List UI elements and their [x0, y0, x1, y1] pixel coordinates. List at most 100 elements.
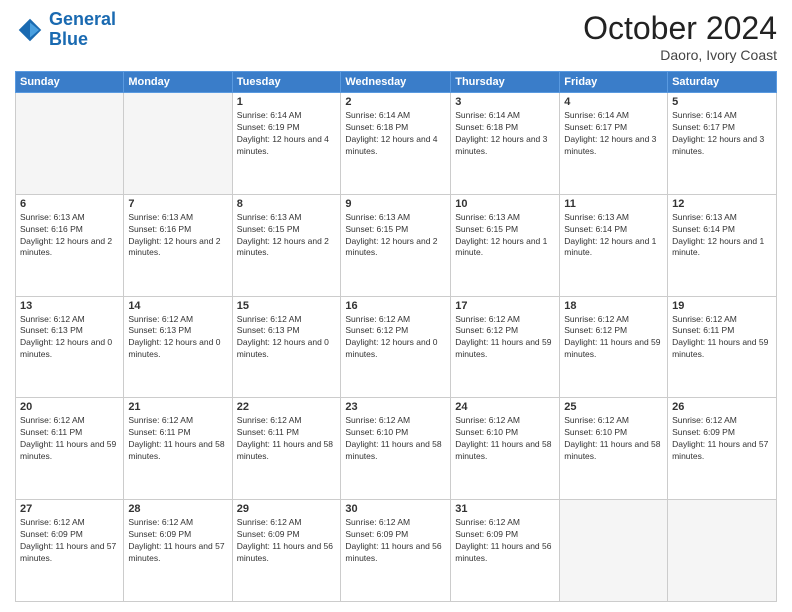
day-info: Sunrise: 6:13 AM Sunset: 6:14 PM Dayligh…: [672, 212, 772, 260]
day-info: Sunrise: 6:12 AM Sunset: 6:10 PM Dayligh…: [345, 415, 446, 463]
day-header-friday: Friday: [560, 72, 668, 93]
calendar-cell: 12 Sunrise: 6:13 AM Sunset: 6:14 PM Dayli…: [668, 194, 777, 296]
day-number: 26: [672, 401, 772, 413]
day-number: 12: [672, 198, 772, 210]
day-info: Sunrise: 6:12 AM Sunset: 6:12 PM Dayligh…: [564, 314, 663, 362]
day-number: 9: [345, 198, 446, 210]
day-info: Sunrise: 6:12 AM Sunset: 6:13 PM Dayligh…: [237, 314, 337, 362]
day-info: Sunrise: 6:12 AM Sunset: 6:12 PM Dayligh…: [345, 314, 446, 362]
day-number: 21: [128, 401, 227, 413]
day-info: Sunrise: 6:12 AM Sunset: 6:13 PM Dayligh…: [20, 314, 119, 362]
calendar-cell: 20 Sunrise: 6:12 AM Sunset: 6:11 PM Dayli…: [16, 398, 124, 500]
calendar-cell: 29 Sunrise: 6:12 AM Sunset: 6:09 PM Dayli…: [232, 500, 341, 602]
day-info: Sunrise: 6:12 AM Sunset: 6:09 PM Dayligh…: [237, 517, 337, 565]
calendar-cell: 4 Sunrise: 6:14 AM Sunset: 6:17 PM Daylig…: [560, 93, 668, 195]
day-info: Sunrise: 6:13 AM Sunset: 6:15 PM Dayligh…: [455, 212, 555, 260]
day-number: 27: [20, 503, 119, 515]
day-header-wednesday: Wednesday: [341, 72, 451, 93]
day-info: Sunrise: 6:13 AM Sunset: 6:15 PM Dayligh…: [237, 212, 337, 260]
day-number: 22: [237, 401, 337, 413]
calendar-cell: 22 Sunrise: 6:12 AM Sunset: 6:11 PM Dayli…: [232, 398, 341, 500]
logo: General Blue: [15, 10, 116, 50]
calendar-week-3: 13 Sunrise: 6:12 AM Sunset: 6:13 PM Dayli…: [16, 296, 777, 398]
day-number: 25: [564, 401, 663, 413]
day-info: Sunrise: 6:13 AM Sunset: 6:16 PM Dayligh…: [128, 212, 227, 260]
day-info: Sunrise: 6:13 AM Sunset: 6:14 PM Dayligh…: [564, 212, 663, 260]
day-info: Sunrise: 6:12 AM Sunset: 6:11 PM Dayligh…: [20, 415, 119, 463]
calendar-cell: 19Sunrise: 6:12 AM Sunset: 6:11 PM Dayli…: [668, 296, 777, 398]
day-number: 10: [455, 198, 555, 210]
calendar-cell: 25 Sunrise: 6:12 AM Sunset: 6:10 PM Dayli…: [560, 398, 668, 500]
day-number: 18: [564, 300, 663, 312]
calendar-week-4: 20 Sunrise: 6:12 AM Sunset: 6:11 PM Dayli…: [16, 398, 777, 500]
day-number: 14: [128, 300, 227, 312]
calendar-cell: 8 Sunrise: 6:13 AM Sunset: 6:15 PM Daylig…: [232, 194, 341, 296]
day-info: Sunrise: 6:12 AM Sunset: 6:09 PM Dayligh…: [672, 415, 772, 463]
calendar-table: SundayMondayTuesdayWednesdayThursdayFrid…: [15, 71, 777, 602]
day-header-thursday: Thursday: [451, 72, 560, 93]
calendar-cell: 10 Sunrise: 6:13 AM Sunset: 6:15 PM Dayli…: [451, 194, 560, 296]
day-info: Sunrise: 6:12 AM Sunset: 6:09 PM Dayligh…: [128, 517, 227, 565]
calendar-week-2: 6 Sunrise: 6:13 AM Sunset: 6:16 PM Daylig…: [16, 194, 777, 296]
day-number: 23: [345, 401, 446, 413]
calendar-cell: 17 Sunrise: 6:12 AM Sunset: 6:12 PM Dayli…: [451, 296, 560, 398]
calendar-cell: 13 Sunrise: 6:12 AM Sunset: 6:13 PM Dayli…: [16, 296, 124, 398]
day-info: Sunrise: 6:12 AM Sunset: 6:09 PM Dayligh…: [455, 517, 555, 565]
calendar-cell: 14Sunrise: 6:12 AM Sunset: 6:13 PM Dayli…: [124, 296, 232, 398]
day-info: Sunrise: 6:12 AM Sunset: 6:11 PM Dayligh…: [128, 415, 227, 463]
logo-icon: [15, 15, 45, 45]
header: General Blue October 2024 Daoro, Ivory C…: [15, 10, 777, 63]
day-header-monday: Monday: [124, 72, 232, 93]
day-info: Sunrise: 6:14 AM Sunset: 6:19 PM Dayligh…: [237, 110, 337, 158]
day-number: 2: [345, 96, 446, 108]
calendar-cell: 11 Sunrise: 6:13 AM Sunset: 6:14 PM Dayli…: [560, 194, 668, 296]
calendar-cell: 15Sunrise: 6:12 AM Sunset: 6:13 PM Dayli…: [232, 296, 341, 398]
calendar-cell: 21 Sunrise: 6:12 AM Sunset: 6:11 PM Dayli…: [124, 398, 232, 500]
day-number: 13: [20, 300, 119, 312]
day-info: Sunrise: 6:14 AM Sunset: 6:17 PM Dayligh…: [672, 110, 772, 158]
day-number: 28: [128, 503, 227, 515]
location-subtitle: Daoro, Ivory Coast: [583, 47, 777, 63]
calendar-cell: 26 Sunrise: 6:12 AM Sunset: 6:09 PM Dayli…: [668, 398, 777, 500]
day-info: Sunrise: 6:14 AM Sunset: 6:17 PM Dayligh…: [564, 110, 663, 158]
day-info: Sunrise: 6:12 AM Sunset: 6:10 PM Dayligh…: [564, 415, 663, 463]
day-header-sunday: Sunday: [16, 72, 124, 93]
day-info: Sunrise: 6:12 AM Sunset: 6:11 PM Dayligh…: [672, 314, 772, 362]
day-info: Sunrise: 6:12 AM Sunset: 6:10 PM Dayligh…: [455, 415, 555, 463]
day-number: 24: [455, 401, 555, 413]
day-number: 20: [20, 401, 119, 413]
title-block: October 2024 Daoro, Ivory Coast: [583, 10, 777, 63]
calendar-cell: 5 Sunrise: 6:14 AM Sunset: 6:17 PM Daylig…: [668, 93, 777, 195]
day-number: 3: [455, 96, 555, 108]
day-info: Sunrise: 6:12 AM Sunset: 6:12 PM Dayligh…: [455, 314, 555, 362]
day-number: 8: [237, 198, 337, 210]
day-info: Sunrise: 6:12 AM Sunset: 6:09 PM Dayligh…: [345, 517, 446, 565]
calendar-cell: 23 Sunrise: 6:12 AM Sunset: 6:10 PM Dayli…: [341, 398, 451, 500]
calendar-cell: [668, 500, 777, 602]
calendar-cell: [124, 93, 232, 195]
day-number: 17: [455, 300, 555, 312]
calendar-header-row: SundayMondayTuesdayWednesdayThursdayFrid…: [16, 72, 777, 93]
day-number: 5: [672, 96, 772, 108]
day-info: Sunrise: 6:13 AM Sunset: 6:15 PM Dayligh…: [345, 212, 446, 260]
month-title: October 2024: [583, 10, 777, 47]
calendar-week-5: 27 Sunrise: 6:12 AM Sunset: 6:09 PM Dayli…: [16, 500, 777, 602]
calendar-cell: 27 Sunrise: 6:12 AM Sunset: 6:09 PM Dayli…: [16, 500, 124, 602]
day-info: Sunrise: 6:12 AM Sunset: 6:11 PM Dayligh…: [237, 415, 337, 463]
logo-text: General Blue: [49, 10, 116, 50]
day-number: 6: [20, 198, 119, 210]
calendar-cell: 16Sunrise: 6:12 AM Sunset: 6:12 PM Dayli…: [341, 296, 451, 398]
day-number: 7: [128, 198, 227, 210]
day-info: Sunrise: 6:12 AM Sunset: 6:09 PM Dayligh…: [20, 517, 119, 565]
day-number: 29: [237, 503, 337, 515]
calendar-cell: 30Sunrise: 6:12 AM Sunset: 6:09 PM Dayli…: [341, 500, 451, 602]
page: General Blue October 2024 Daoro, Ivory C…: [0, 0, 792, 612]
day-number: 31: [455, 503, 555, 515]
calendar-cell: 31 Sunrise: 6:12 AM Sunset: 6:09 PM Dayli…: [451, 500, 560, 602]
day-number: 4: [564, 96, 663, 108]
day-number: 1: [237, 96, 337, 108]
day-header-saturday: Saturday: [668, 72, 777, 93]
calendar-cell: 1 Sunrise: 6:14 AM Sunset: 6:19 PM Daylig…: [232, 93, 341, 195]
day-number: 11: [564, 198, 663, 210]
calendar-cell: [16, 93, 124, 195]
